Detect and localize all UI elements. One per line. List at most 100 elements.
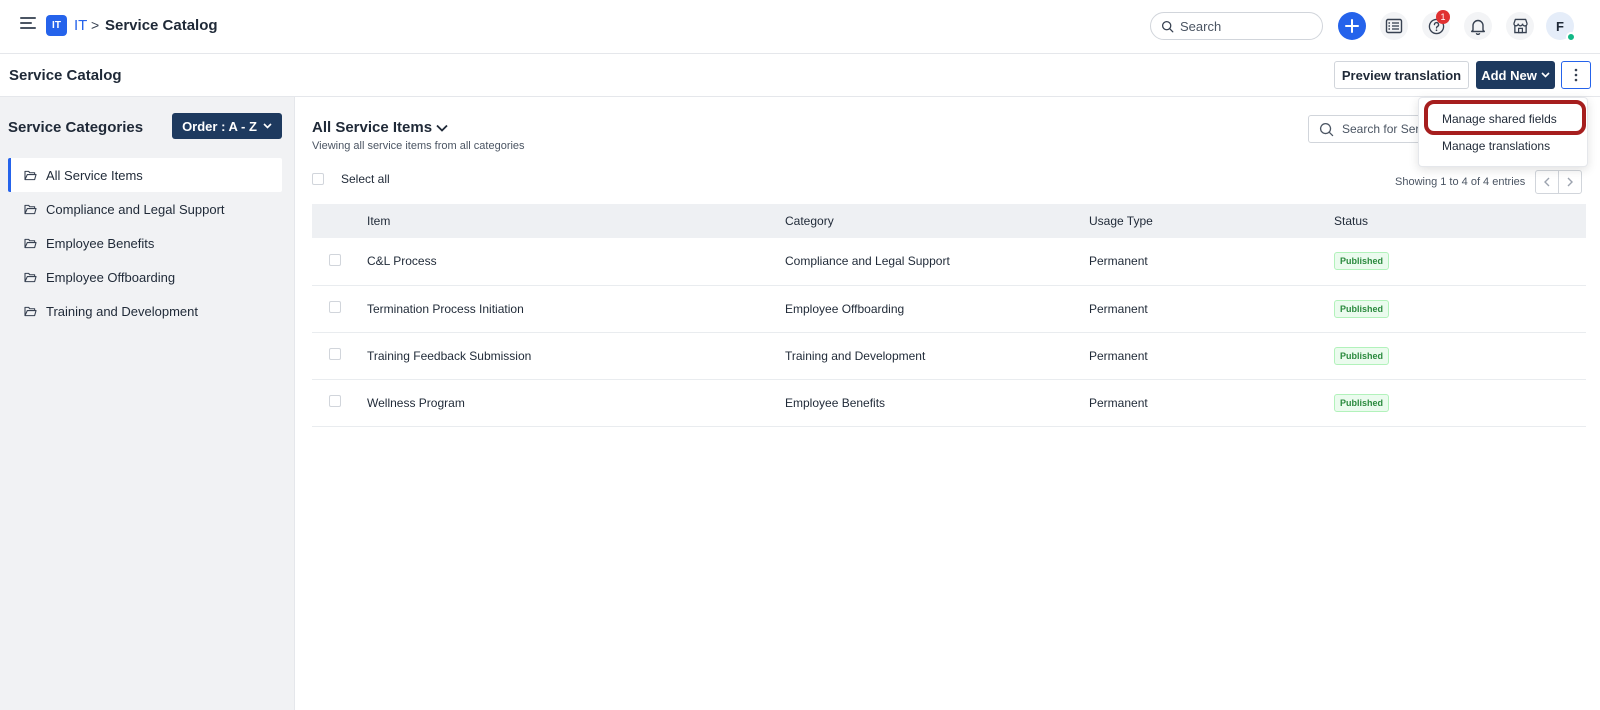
column-header-item[interactable]: Item [367,204,785,238]
usage-type-cell: Permanent [1089,285,1334,333]
item-cell[interactable]: Wellness Program [367,379,785,427]
sidebar-item-training-development[interactable]: Training and Development [8,294,282,328]
breadcrumb-current: Service Catalog [105,17,218,34]
table-row[interactable]: Wellness Program Employee Benefits Perma… [312,379,1586,427]
sidebar-item-label: Compliance and Legal Support [46,201,225,217]
folder-icon [24,272,37,282]
folder-icon [24,204,37,214]
marketplace-button[interactable] [1506,12,1534,40]
categories-sidebar: Service Categories Order : A - Z All Ser… [0,97,295,710]
order-sort-button[interactable]: Order : A - Z [172,113,282,139]
table-row[interactable]: C&L Process Compliance and Legal Support… [312,238,1586,286]
view-selector[interactable]: All Service Items [312,119,448,136]
sidebar-item-label: Training and Development [46,303,198,319]
page-header: Service Catalog Preview translation Add … [0,54,1600,97]
next-page-button[interactable] [1558,170,1582,194]
category-cell: Compliance and Legal Support [785,238,1089,286]
category-cell: Employee Benefits [785,379,1089,427]
breadcrumb-separator: > [91,17,100,33]
help-notification-badge: 1 [1436,10,1450,24]
usage-type-cell: Permanent [1089,238,1334,286]
category-cell: Employee Offboarding [785,285,1089,333]
global-search[interactable] [1150,12,1323,40]
page-title: Service Catalog [9,67,122,84]
folder-icon [24,238,37,248]
status-badge: Published [1334,346,1390,365]
row-checkbox-cell [312,379,367,427]
workspace-badge[interactable]: IT [46,15,67,36]
sidebar-item-employee-benefits[interactable]: Employee Benefits [8,226,282,260]
select-all-checkbox[interactable] [312,173,324,185]
bell-icon [1471,19,1485,35]
online-status-dot [1566,32,1576,42]
column-header-usage-type[interactable]: Usage Type [1089,204,1334,238]
status-cell: Published [1334,285,1586,333]
table-header-row: Item Category Usage Type Status [312,204,1586,238]
view-subtitle: Viewing all service items from all categ… [312,140,525,152]
workspace-name-link[interactable]: IT [74,17,87,34]
chevron-left-icon [1544,177,1550,187]
chevron-right-icon [1567,177,1573,187]
item-cell[interactable]: Termination Process Initiation [367,285,785,333]
sidebar-title: Service Categories [8,119,144,136]
column-header-category[interactable]: Category [785,204,1089,238]
sidebar-item-label: Employee Offboarding [46,269,176,285]
chevron-down-icon [1541,72,1550,78]
item-cell[interactable]: Training Feedback Submission [367,332,785,380]
search-icon [1319,122,1334,136]
top-navigation-bar: IT IT > Service Catalog 1 F [0,0,1600,54]
manage-shared-fields-item[interactable]: Manage shared fields [1442,112,1557,126]
entries-count: Showing 1 to 4 of 4 entries [1395,176,1526,188]
add-new-label: Add New [1481,67,1537,83]
header-checkbox-column [312,204,367,238]
create-plus-button[interactable] [1338,12,1366,40]
folder-icon [24,170,37,180]
global-search-input[interactable] [1180,18,1310,34]
chevron-down-icon [263,123,272,129]
folder-icon [24,306,37,316]
chevron-down-icon [436,124,448,132]
notifications-button[interactable] [1464,12,1492,40]
more-options-button[interactable] [1561,61,1591,89]
row-checkbox[interactable] [329,348,341,360]
preview-translation-button[interactable]: Preview translation [1334,61,1469,89]
add-new-button[interactable]: Add New [1476,61,1555,89]
row-checkbox[interactable] [329,395,341,407]
usage-type-cell: Permanent [1089,379,1334,427]
status-cell: Published [1334,379,1586,427]
table-row[interactable]: Training Feedback Submission Training an… [312,332,1586,380]
status-badge: Published [1334,393,1390,412]
item-cell[interactable]: C&L Process [367,238,785,286]
catalog-button[interactable] [1380,12,1408,40]
status-badge: Published [1334,252,1390,271]
manage-translations-item[interactable]: Manage translations [1442,139,1550,153]
more-options-dropdown: Manage shared fields Manage translations [1418,97,1588,167]
sidebar-item-all-service-items[interactable]: All Service Items [8,158,282,192]
kebab-menu-icon [1574,68,1578,82]
search-icon [1161,20,1174,32]
row-checkbox[interactable] [329,301,341,313]
category-cell: Training and Development [785,332,1089,380]
sidebar-item-compliance-legal[interactable]: Compliance and Legal Support [8,192,282,226]
select-all-label: Select all [341,172,390,186]
hamburger-menu-icon[interactable] [20,17,36,31]
status-cell: Published [1334,332,1586,380]
usage-type-cell: Permanent [1089,332,1334,380]
service-items-table: Item Category Usage Type Status C&L Proc… [312,204,1586,427]
select-all-row: Select all [312,172,390,186]
previous-page-button[interactable] [1535,170,1559,194]
store-icon [1512,18,1528,34]
column-header-status[interactable]: Status [1334,204,1586,238]
table-row[interactable]: Termination Process Initiation Employee … [312,285,1586,333]
row-checkbox-cell [312,238,367,286]
status-cell: Published [1334,238,1586,286]
row-checkbox[interactable] [329,253,341,266]
sidebar-item-employee-offboarding[interactable]: Employee Offboarding [8,260,282,294]
plus-icon [1345,19,1359,33]
status-badge: Published [1334,299,1390,318]
category-list: All Service Items Compliance and Legal S… [8,158,282,328]
row-checkbox-cell [312,332,367,380]
view-title: All Service Items [312,119,433,136]
sidebar-item-label: Employee Benefits [46,235,155,251]
order-label: Order : A - Z [182,118,257,134]
